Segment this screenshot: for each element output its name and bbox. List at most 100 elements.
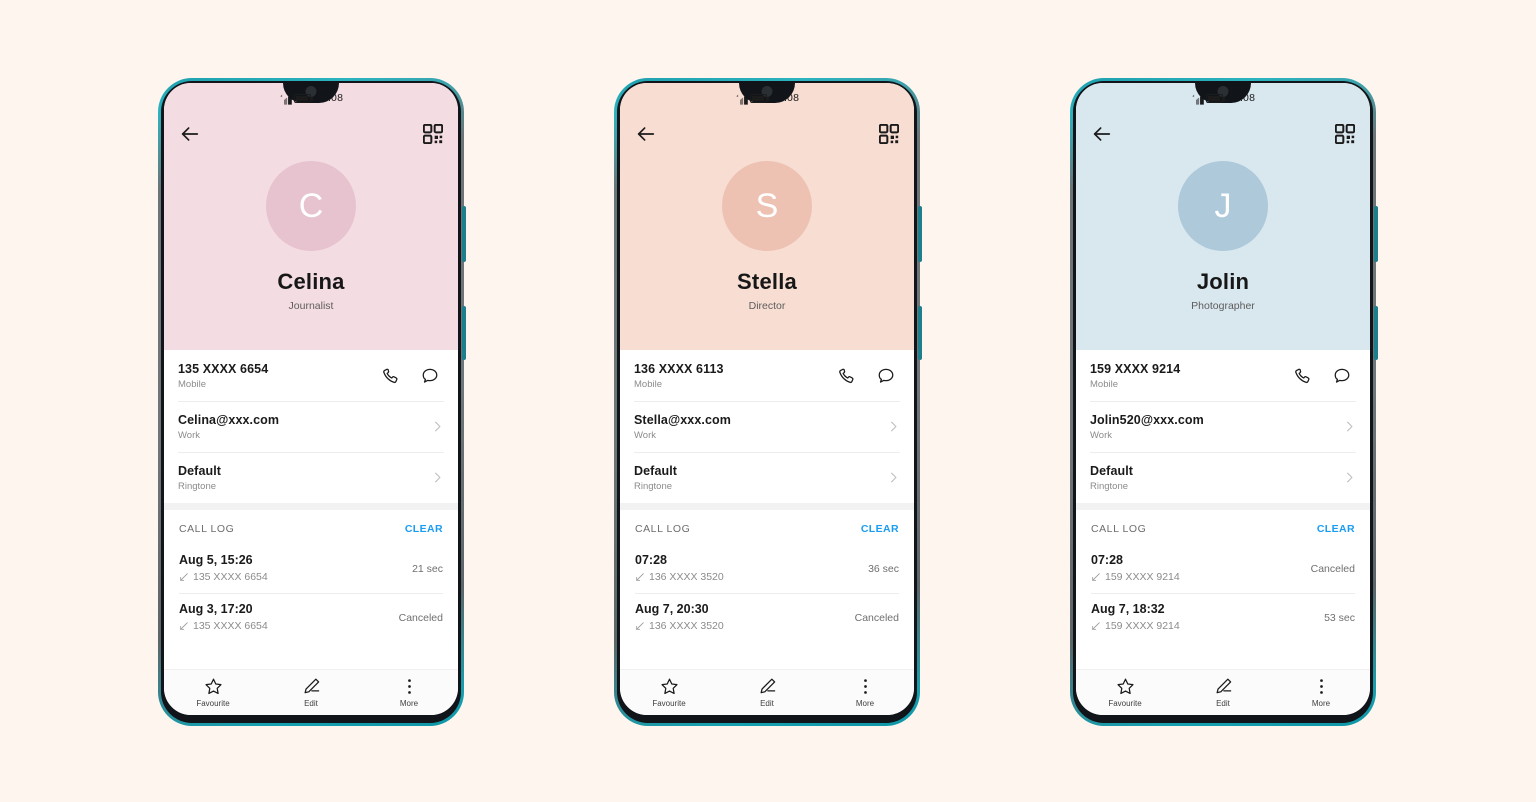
contact-info-row[interactable]: Default Ringtone — [178, 452, 444, 503]
nav-item-more[interactable]: More — [816, 677, 914, 708]
back-arrow-icon[interactable] — [179, 123, 201, 145]
message-bubble-icon[interactable] — [421, 367, 439, 385]
call-log-clear-button[interactable]: CLEAR — [405, 523, 443, 535]
contact-info-text: Celina@xxx.com Work — [178, 413, 431, 441]
contact-hero-header: 08:08 C Celina Journalist — [164, 83, 458, 350]
more-vertical-icon — [856, 677, 875, 696]
nav-item-more[interactable]: More — [1272, 677, 1370, 708]
call-log-number-line: 136 XXXX 3520 — [635, 620, 855, 632]
bottom-nav-bar: Favourite Edit More — [620, 669, 914, 715]
call-log-title: CALL LOG — [1091, 523, 1147, 535]
call-log-text: 07:28 136 XXXX 3520 — [635, 553, 868, 583]
contact-name: Celina — [277, 269, 345, 294]
device-screen: 08:08 S Stella Director 136 XXXX 6113 Mo — [620, 83, 914, 715]
missed-call-arrow-icon — [635, 572, 645, 582]
message-bubble-icon[interactable] — [877, 367, 895, 385]
call-log-row[interactable]: 07:28 159 XXXX 9214 Canceled — [1091, 544, 1355, 593]
power-button[interactable] — [462, 306, 466, 360]
nav-item-favourite[interactable]: Favourite — [164, 677, 262, 708]
contact-row-actions — [381, 367, 444, 385]
app-top-bar — [1076, 113, 1370, 155]
contact-row-actions — [1293, 367, 1356, 385]
phone-jolin: 08:08 J Jolin Photographer 159 XXXX 9214 — [1070, 78, 1378, 726]
chevron-right-icon — [431, 471, 444, 484]
contact-info-row[interactable]: 136 XXXX 6113 Mobile — [634, 350, 900, 401]
contact-info-row[interactable]: 135 XXXX 6654 Mobile — [178, 350, 444, 401]
contact-avatar[interactable]: C — [266, 161, 356, 251]
phone-stella: 08:08 S Stella Director 136 XXXX 6113 Mo — [614, 78, 922, 726]
call-log-header: CALL LOG CLEAR — [620, 510, 914, 544]
section-divider — [1076, 503, 1370, 510]
call-log-number: 159 XXXX 9214 — [1105, 620, 1180, 632]
missed-call-arrow-icon — [179, 621, 189, 631]
power-button[interactable] — [1374, 306, 1378, 360]
pencil-icon — [302, 677, 321, 696]
call-log-number-line: 159 XXXX 9214 — [1091, 620, 1324, 632]
contact-info-row[interactable]: 159 XXXX 9214 Mobile — [1090, 350, 1356, 401]
bottom-nav-bar: Favourite Edit More — [1076, 669, 1370, 715]
call-log-duration: 53 sec — [1324, 612, 1355, 624]
contact-info-row[interactable]: Jolin520@xxx.com Work — [1090, 401, 1356, 452]
nav-item-edit[interactable]: Edit — [262, 677, 360, 708]
contact-name: Stella — [737, 269, 797, 294]
missed-call-arrow-icon — [179, 572, 189, 582]
volume-button[interactable] — [462, 206, 466, 262]
contact-info-primary: 136 XXXX 6113 — [634, 361, 724, 376]
device-screen: 08:08 C Celina Journalist 135 XXXX 6654 — [164, 83, 458, 715]
call-log-row[interactable]: Aug 3, 17:20 135 XXXX 6654 Canceled — [179, 593, 443, 642]
qr-code-icon[interactable] — [878, 123, 900, 145]
call-log-text: Aug 3, 17:20 135 XXXX 6654 — [179, 602, 399, 632]
nav-item-favourite[interactable]: Favourite — [620, 677, 718, 708]
nav-item-favourite[interactable]: Favourite — [1076, 677, 1174, 708]
contact-info-primary: Default — [178, 463, 222, 478]
qr-code-icon[interactable] — [1334, 123, 1356, 145]
contact-name: Jolin — [1196, 269, 1250, 294]
contact-info-row[interactable]: Stella@xxx.com Work — [634, 401, 900, 452]
phone-call-icon[interactable] — [381, 367, 399, 385]
call-log-clear-button[interactable]: CLEAR — [861, 523, 899, 535]
more-vertical-icon — [1312, 677, 1331, 696]
contact-info-primary: Celina@xxx.com — [178, 412, 280, 427]
contact-info-row[interactable]: Default Ringtone — [634, 452, 900, 503]
qr-code-icon[interactable] — [422, 123, 444, 145]
nav-item-label: More — [1311, 699, 1331, 708]
phone-call-icon[interactable] — [837, 367, 855, 385]
message-bubble-icon[interactable] — [1333, 367, 1351, 385]
contact-info-primary: 135 XXXX 6654 — [178, 361, 269, 376]
call-log-number: 159 XXXX 9214 — [1105, 571, 1180, 583]
star-icon — [1116, 677, 1135, 696]
nav-item-edit[interactable]: Edit — [1174, 677, 1272, 708]
call-log-time: 07:28 — [1091, 553, 1123, 567]
phone-call-icon[interactable] — [1293, 367, 1311, 385]
call-log-row[interactable]: Aug 5, 15:26 135 XXXX 6654 21 sec — [179, 544, 443, 593]
volume-button[interactable] — [918, 206, 922, 262]
contact-info-primary: Default — [634, 463, 678, 478]
call-log-clear-button[interactable]: CLEAR — [1317, 523, 1355, 535]
chevron-right-icon — [431, 420, 444, 433]
nav-item-more[interactable]: More — [360, 677, 458, 708]
call-log-number: 135 XXXX 6654 — [193, 620, 268, 632]
avatar-initial: C — [298, 186, 324, 225]
back-arrow-icon[interactable] — [635, 123, 657, 145]
nav-item-label: Edit — [304, 699, 318, 708]
volume-button[interactable] — [1374, 206, 1378, 262]
contact-avatar[interactable]: J — [1178, 161, 1268, 251]
call-log-list: Aug 5, 15:26 135 XXXX 6654 21 sec Aug 3,… — [164, 544, 458, 642]
call-log-row[interactable]: Aug 7, 18:32 159 XXXX 9214 53 sec — [1091, 593, 1355, 642]
contact-avatar[interactable]: S — [722, 161, 812, 251]
contact-info-row[interactable]: Celina@xxx.com Work — [178, 401, 444, 452]
nav-item-label: More — [855, 699, 875, 708]
call-log-row[interactable]: 07:28 136 XXXX 3520 36 sec — [635, 544, 899, 593]
nav-item-edit[interactable]: Edit — [718, 677, 816, 708]
contact-info-secondary: Work — [1090, 429, 1112, 441]
contact-info-text: 136 XXXX 6113 Mobile — [634, 362, 837, 390]
call-log-time: Aug 7, 20:30 — [635, 602, 709, 616]
call-log-time: Aug 5, 15:26 — [179, 553, 253, 567]
contact-job-title: Director — [748, 300, 786, 312]
contact-info-row[interactable]: Default Ringtone — [1090, 452, 1356, 503]
call-log-row[interactable]: Aug 7, 20:30 136 XXXX 3520 Canceled — [635, 593, 899, 642]
call-log-duration: Canceled — [398, 612, 443, 624]
star-icon — [660, 677, 679, 696]
back-arrow-icon[interactable] — [1091, 123, 1113, 145]
power-button[interactable] — [918, 306, 922, 360]
